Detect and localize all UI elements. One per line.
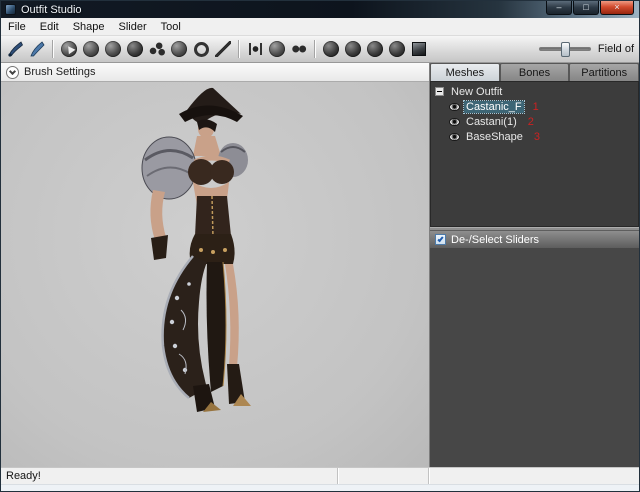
annotation-2: 2	[528, 116, 534, 128]
field-of-view-slider[interactable]	[539, 47, 591, 51]
outfit-studio-window: Outfit Studio – □ × File Edit Shape Slid…	[0, 0, 640, 492]
menubar: File Edit Shape Slider Tool	[1, 18, 639, 36]
toolbar-separator	[314, 40, 316, 58]
weight-brush-icon	[194, 42, 209, 57]
menu-slider[interactable]: Slider	[112, 18, 154, 35]
deselect-sliders-label: De-/Select Sliders	[451, 234, 539, 246]
window-title: Outfit Studio	[21, 4, 82, 16]
status-pane	[337, 468, 428, 484]
app-icon	[5, 4, 16, 15]
alpha-brush-button[interactable]	[212, 38, 234, 60]
visibility-eye-icon[interactable]	[449, 103, 460, 111]
lighting-sphere-icon	[367, 41, 383, 57]
outfit-model	[109, 84, 289, 414]
chevron-arrow	[9, 67, 16, 74]
two-dots-icon	[290, 41, 308, 57]
right-pane: Meshes Bones Partitions New Outfit Casta…	[430, 63, 639, 467]
menu-file[interactable]: File	[1, 18, 33, 35]
left-pane: Brush Settings	[1, 63, 430, 467]
tab-bones[interactable]: Bones	[500, 63, 570, 81]
toolbar: Field of	[1, 36, 639, 63]
chevron-down-icon[interactable]	[6, 66, 19, 79]
connected-only-toggle-button[interactable]	[266, 38, 288, 60]
close-button[interactable]: ×	[600, 1, 634, 15]
mask-brush-button[interactable]	[80, 38, 102, 60]
select-sliders-checkbox[interactable]	[435, 234, 446, 245]
brush-tool-button[interactable]	[4, 38, 26, 60]
tree-item-castanic-f[interactable]: Castanic_F 1	[431, 99, 638, 114]
deflate-brush-icon	[127, 41, 143, 57]
tree-item-castani-1[interactable]: Castani(1) 2	[431, 114, 638, 129]
tab-meshes[interactable]: Meshes	[430, 63, 500, 81]
perspective-view-toggle-button[interactable]	[408, 38, 430, 60]
panel-tabs: Meshes Bones Partitions	[430, 63, 639, 81]
smooth-brush-button[interactable]	[168, 38, 190, 60]
tree-root-label[interactable]: New Outfit	[449, 86, 504, 98]
brush-settings-label: Brush Settings	[24, 66, 96, 78]
connected-only-icon	[269, 41, 285, 57]
ghost-sphere-icon	[389, 41, 405, 57]
lighting-view-toggle-button[interactable]	[364, 38, 386, 60]
cursor-icon	[61, 41, 77, 57]
move-brush-button[interactable]	[146, 38, 168, 60]
slider-thumb[interactable]	[561, 42, 570, 57]
main-area: Brush Settings	[1, 63, 639, 467]
annotation-3: 3	[534, 131, 540, 143]
status-message: Ready!	[1, 470, 337, 482]
brush-settings-header[interactable]: Brush Settings	[1, 63, 429, 82]
move-brush-icon	[148, 41, 166, 57]
toolbar-separator	[52, 40, 54, 58]
ghost-mode-toggle-button[interactable]	[386, 38, 408, 60]
minimize-button[interactable]: –	[546, 1, 572, 15]
menu-tool[interactable]: Tool	[154, 18, 188, 35]
smooth-brush-icon	[171, 41, 187, 57]
field-of-view-label: Field of	[598, 43, 634, 55]
mask-brush-icon	[83, 41, 99, 57]
tree-item-label[interactable]: BaseShape	[464, 131, 525, 143]
texture-view-toggle-button[interactable]	[320, 38, 342, 60]
meshes-tree: New Outfit Castanic_F 1 Castani(1) 2 Bas…	[430, 81, 639, 227]
titlebar[interactable]: Outfit Studio – □ ×	[1, 1, 639, 18]
menu-shape[interactable]: Shape	[66, 18, 112, 35]
toolbar-separator	[238, 40, 240, 58]
status-pane	[428, 468, 639, 484]
deselect-sliders-header[interactable]: De-/Select Sliders	[430, 231, 639, 249]
statusbar: Ready!	[1, 467, 639, 484]
merge-vertex-toggle-button[interactable]	[288, 38, 310, 60]
weight-brush-button[interactable]	[190, 38, 212, 60]
sliders-panel	[430, 249, 639, 467]
transform-tool-button[interactable]	[26, 38, 48, 60]
tree-item-baseshape[interactable]: BaseShape 3	[431, 129, 638, 144]
tab-partitions[interactable]: Partitions	[569, 63, 639, 81]
visibility-eye-icon[interactable]	[449, 133, 460, 141]
menu-edit[interactable]: Edit	[33, 18, 66, 35]
texture-sphere-icon	[323, 41, 339, 57]
visibility-eye-icon[interactable]	[449, 118, 460, 126]
viewport-3d[interactable]	[1, 82, 429, 467]
wireframe-sphere-icon	[345, 41, 361, 57]
cube-icon	[412, 42, 426, 56]
tree-item-label[interactable]: Castani(1)	[464, 116, 519, 128]
wireframe-view-toggle-button[interactable]	[342, 38, 364, 60]
inflate-brush-button[interactable]	[102, 38, 124, 60]
tree-item-label[interactable]: Castanic_F	[464, 101, 524, 113]
maximize-button[interactable]: □	[573, 1, 599, 15]
deflate-brush-button[interactable]	[124, 38, 146, 60]
brush-icon	[6, 40, 24, 58]
pen-icon	[28, 40, 46, 58]
xmirror-toggle-button[interactable]	[244, 38, 266, 60]
vertex-select-tool-button[interactable]	[58, 38, 80, 60]
tree-root-row[interactable]: New Outfit	[431, 84, 638, 99]
inflate-brush-icon	[105, 41, 121, 57]
alpha-brush-icon	[215, 41, 231, 57]
window-controls: – □ ×	[545, 1, 634, 15]
window-frame-bottom	[1, 484, 639, 491]
field-of-view-control: Field of	[539, 43, 636, 55]
check-icon	[437, 235, 443, 242]
collapse-expander-icon[interactable]	[435, 87, 444, 96]
xmirror-icon	[247, 41, 264, 57]
annotation-1: 1	[533, 101, 539, 113]
